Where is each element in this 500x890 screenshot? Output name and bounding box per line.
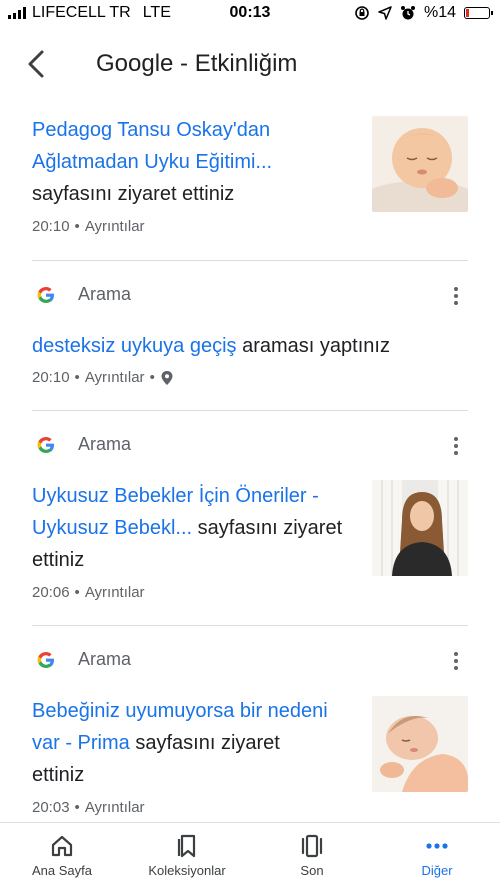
google-g-icon <box>37 651 54 668</box>
details-link[interactable]: Ayrıntılar <box>85 799 145 816</box>
source-label: Arama <box>78 434 132 454</box>
google-g-icon <box>37 286 54 303</box>
details-link[interactable]: Ayrıntılar <box>85 584 145 601</box>
app-header: Google - Etkinliğim <box>0 34 500 94</box>
rotation-lock-icon <box>355 6 369 20</box>
page-title: Google - Etkinliğim <box>96 50 298 77</box>
tab-recent-label: Son <box>300 863 324 878</box>
battery-icon <box>464 7 493 19</box>
source-label: Arama <box>78 649 132 669</box>
activity-meta: 20:06 • Ayrıntılar <box>32 584 145 601</box>
chevron-left-icon <box>28 50 44 78</box>
activity-meta: 20:10 • Ayrıntılar <box>32 218 145 235</box>
activity-text: Bebeğiniz uyumuyorsa bir nedeni var - Pr… <box>32 695 332 791</box>
activity-text: desteksiz uykuya geçiş araması yaptınız <box>32 330 390 362</box>
activity-suffix: sayfasını ziyaret ettiniz <box>32 183 235 205</box>
details-link[interactable]: Ayrıntılar <box>85 369 145 386</box>
alarm-icon <box>400 6 415 20</box>
bottom-nav: Ana Sayfa Koleksiyonlar Son Diğer <box>0 822 500 890</box>
bookmarks-icon <box>177 834 196 858</box>
more-options-button[interactable] <box>444 434 468 458</box>
activity-time: 20:10 <box>32 218 70 235</box>
activity-source: Arama <box>32 434 131 455</box>
activity-text: Uykusuz Bebekler İçin Öneriler - Uykusuz… <box>32 480 362 576</box>
activity-time: 20:10 <box>32 369 70 386</box>
activity-suffix: araması yaptınız <box>242 335 390 357</box>
activity-item: Pedagog Tansu Oskay'dan Ağlatmadan Uyku … <box>32 114 468 254</box>
activity-time: 20:03 <box>32 799 70 816</box>
activity-item: Arama desteksiz uykuya geçiş araması yap… <box>32 282 468 392</box>
more-options-button[interactable] <box>444 649 468 673</box>
tab-home-label: Ana Sayfa <box>32 863 92 878</box>
activity-meta: 20:03 • Ayrıntılar <box>32 799 145 816</box>
more-dots-icon <box>426 843 448 849</box>
activity-text: Pedagog Tansu Oskay'dan Ağlatmadan Uyku … <box>32 114 317 210</box>
thumbnail-sleeping-newborn[interactable] <box>372 696 468 792</box>
activity-link[interactable]: desteksiz uykuya geçiş <box>32 335 237 357</box>
activity-meta: 20:10 • Ayrıntılar • <box>32 369 174 386</box>
activity-item: Arama Bebeğiniz uyumuyorsa bir nedeni va… <box>32 647 468 827</box>
activity-link[interactable]: Pedagog Tansu Oskay'dan Ağlatmadan Uyku … <box>32 119 272 173</box>
tab-collections-label: Koleksiyonlar <box>148 863 226 878</box>
google-g-icon <box>37 436 54 453</box>
tab-collections[interactable]: Koleksiyonlar <box>132 833 242 878</box>
tab-more[interactable]: Diğer <box>382 833 492 878</box>
recent-tabs-icon <box>301 834 323 858</box>
source-label: Arama <box>78 284 132 304</box>
tab-recent[interactable]: Son <box>257 833 367 878</box>
location-pin-icon <box>161 370 173 385</box>
home-icon <box>51 835 73 857</box>
activity-source: Arama <box>32 649 131 670</box>
back-button[interactable] <box>22 46 54 82</box>
status-bar: LIFECELL TR LTE 00:13 %14 <box>0 0 500 28</box>
details-link[interactable]: Ayrıntılar <box>85 218 145 235</box>
divider <box>32 625 468 626</box>
tab-home[interactable]: Ana Sayfa <box>7 833 117 878</box>
thumbnail-woman-portrait[interactable] <box>372 480 468 576</box>
activity-item: Arama Uykusuz Bebekler İçin Öneriler - U… <box>32 432 468 612</box>
location-icon <box>378 6 392 20</box>
divider <box>32 410 468 411</box>
battery-percent: %14 <box>423 4 456 21</box>
thumbnail-sleeping-baby[interactable] <box>372 116 468 212</box>
more-options-button[interactable] <box>444 284 468 308</box>
divider <box>32 260 468 261</box>
tab-more-label: Diğer <box>421 863 453 878</box>
activity-source: Arama <box>32 284 131 305</box>
activity-time: 20:06 <box>32 584 70 601</box>
